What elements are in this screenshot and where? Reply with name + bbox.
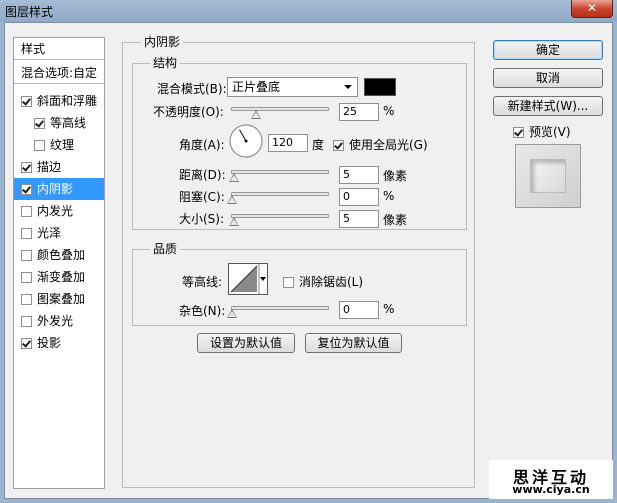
noise-slider-track[interactable] xyxy=(231,306,329,310)
noise-slider-thumb[interactable] xyxy=(227,309,237,318)
antialias-checkbox[interactable]: 消除锯齿(L) xyxy=(283,273,363,290)
chevron-down-icon xyxy=(344,85,352,89)
style-item-label: 外发光 xyxy=(37,314,74,328)
size-label: 大小(S): xyxy=(179,212,225,226)
close-button[interactable]: ✕ xyxy=(571,0,613,18)
style-item-label: 投影 xyxy=(37,336,62,350)
title-bar[interactable] xyxy=(0,0,617,22)
global-light-label: 使用全局光(G) xyxy=(349,138,428,152)
style-item-checkbox[interactable] xyxy=(21,96,32,107)
new-style-button[interactable]: 新建样式(W)... xyxy=(493,96,603,116)
style-item[interactable]: 图案叠加 xyxy=(14,288,104,310)
style-item-checkbox[interactable] xyxy=(34,140,45,151)
style-item[interactable]: 内发光 xyxy=(14,200,104,222)
distance-input[interactable]: 5 xyxy=(339,166,379,184)
style-item-label: 纹理 xyxy=(50,138,75,152)
style-item[interactable]: 渐变叠加 xyxy=(14,266,104,288)
style-item[interactable]: 内阴影 xyxy=(14,178,104,200)
style-item-label: 等高线 xyxy=(50,116,87,130)
style-item-checkbox[interactable] xyxy=(21,184,32,195)
preview-check[interactable] xyxy=(513,127,524,138)
watermark: 思洋互动 www.ciya.cn xyxy=(489,460,613,499)
choke-slider-track[interactable] xyxy=(231,192,329,196)
global-light-check[interactable] xyxy=(333,140,344,151)
preview-swatch xyxy=(530,159,566,193)
noise-unit: % xyxy=(383,302,395,316)
style-item-label: 斜面和浮雕 xyxy=(37,94,98,108)
opacity-unit: % xyxy=(383,104,395,118)
window-title: 图层样式 xyxy=(5,5,54,19)
blend-mode-label: 混合模式(B): xyxy=(157,82,227,96)
opacity-slider-thumb[interactable] xyxy=(251,110,261,119)
quality-title: 品质 xyxy=(150,242,181,256)
style-item-checkbox[interactable] xyxy=(21,294,32,305)
style-item-label: 渐变叠加 xyxy=(37,270,86,284)
structure-title: 结构 xyxy=(150,56,181,70)
style-item-checkbox[interactable] xyxy=(21,250,32,261)
preview-thumbnail xyxy=(515,144,581,208)
antialias-check[interactable] xyxy=(283,277,294,288)
style-item-checkbox[interactable] xyxy=(21,272,32,283)
angle-dial[interactable] xyxy=(229,124,263,158)
style-item-label: 颜色叠加 xyxy=(37,248,86,262)
distance-slider-track[interactable] xyxy=(231,170,329,174)
antialias-label: 消除锯齿(L) xyxy=(299,275,364,289)
style-item[interactable]: 纹理 xyxy=(14,134,104,156)
style-item-label: 光泽 xyxy=(37,226,62,240)
style-item-label: 描边 xyxy=(37,160,62,174)
shadow-color-swatch[interactable] xyxy=(364,78,396,96)
choke-input[interactable]: 0 xyxy=(339,188,379,206)
style-item-label: 内发光 xyxy=(37,204,74,218)
contour-picker[interactable] xyxy=(228,263,268,295)
distance-unit: 像素 xyxy=(383,169,408,183)
make-default-button[interactable]: 设置为默认值 xyxy=(197,333,295,353)
size-slider-thumb[interactable] xyxy=(228,217,239,226)
blend-mode-value: 正片叠底 xyxy=(232,80,281,94)
styles-list: 样式 混合选项:自定 斜面和浮雕等高线纹理描边内阴影内发光光泽颜色叠加渐变叠加图… xyxy=(13,37,105,489)
watermark-url: www.ciya.cn xyxy=(512,483,590,496)
contour-label: 等高线: xyxy=(182,275,223,289)
size-unit: 像素 xyxy=(383,213,408,227)
style-item-checkbox[interactable] xyxy=(21,228,32,239)
style-item[interactable]: 光泽 xyxy=(14,222,104,244)
size-input[interactable]: 5 xyxy=(339,210,379,228)
noise-label: 杂色(N): xyxy=(179,304,226,318)
angle-input[interactable]: 120 xyxy=(268,134,308,152)
style-item-label: 图案叠加 xyxy=(37,292,86,306)
global-light-checkbox[interactable]: 使用全局光(G) xyxy=(333,136,428,153)
style-item[interactable]: 颜色叠加 xyxy=(14,244,104,266)
opacity-input[interactable]: 25 xyxy=(339,103,379,121)
style-item-label: 内阴影 xyxy=(37,182,74,196)
angle-label: 角度(A): xyxy=(179,138,225,152)
noise-input[interactable]: 0 xyxy=(339,301,379,319)
blend-options-item[interactable]: 混合选项:自定 xyxy=(14,62,104,84)
distance-label: 距离(D): xyxy=(179,168,226,182)
style-item-checkbox[interactable] xyxy=(21,338,32,349)
style-item-checkbox[interactable] xyxy=(21,162,32,173)
style-item[interactable]: 外发光 xyxy=(14,310,104,332)
style-item[interactable]: 斜面和浮雕 xyxy=(14,90,104,112)
angle-unit: 度 xyxy=(312,138,325,152)
opacity-label: 不透明度(O): xyxy=(153,105,224,119)
styles-list-header[interactable]: 样式 xyxy=(14,38,104,60)
blend-mode-select[interactable]: 正片叠底 xyxy=(227,77,358,97)
style-item[interactable]: 等高线 xyxy=(14,112,104,134)
size-slider-track[interactable] xyxy=(231,214,329,218)
cancel-button[interactable]: 取消 xyxy=(493,68,603,88)
style-item[interactable]: 描边 xyxy=(14,156,104,178)
preview-label: 预览(V) xyxy=(529,125,571,139)
inner-shadow-title: 内阴影 xyxy=(141,35,184,49)
ok-button[interactable]: 确定 xyxy=(493,40,603,60)
style-item-checkbox[interactable] xyxy=(21,206,32,217)
style-item-checkbox[interactable] xyxy=(21,316,32,327)
distance-slider-thumb[interactable] xyxy=(228,173,239,182)
choke-unit: % xyxy=(383,189,395,203)
reset-default-button[interactable]: 复位为默认值 xyxy=(305,333,402,353)
style-item[interactable]: 投影 xyxy=(14,332,104,354)
preview-checkbox[interactable]: 预览(V) xyxy=(513,123,571,140)
opacity-slider-track[interactable] xyxy=(231,107,329,111)
choke-label: 阻塞(C): xyxy=(179,190,225,204)
style-item-checkbox[interactable] xyxy=(34,118,45,129)
choke-slider-thumb[interactable] xyxy=(227,195,237,204)
